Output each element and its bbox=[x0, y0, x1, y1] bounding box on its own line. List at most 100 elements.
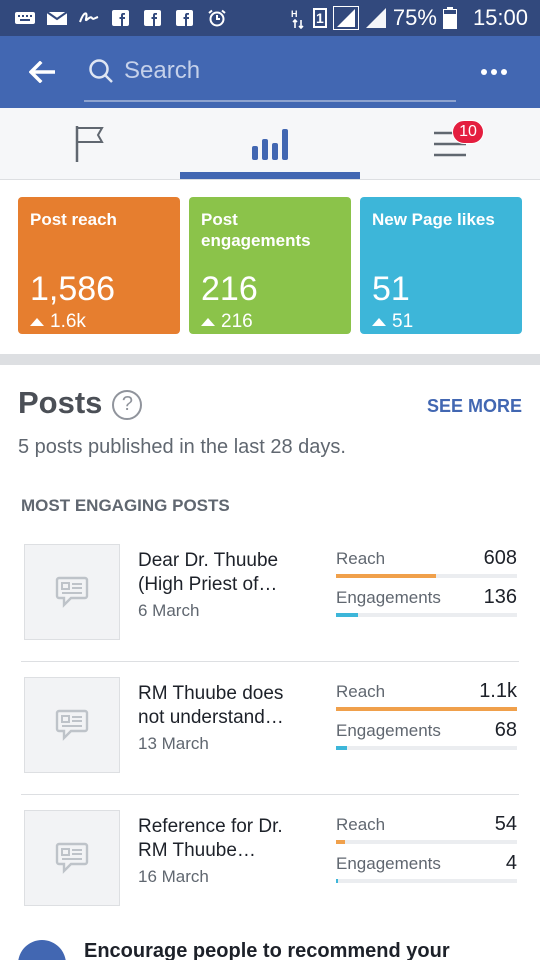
post-row[interactable]: RM Thuube does not understand… 13 March … bbox=[21, 662, 519, 795]
post-metrics: Reach 608 Engagements 136 bbox=[336, 543, 517, 621]
tab-page[interactable] bbox=[0, 108, 180, 179]
engagements-bar-track bbox=[336, 613, 517, 617]
stat-change-value: 51 bbox=[392, 311, 414, 332]
status-post-icon bbox=[55, 842, 89, 874]
status-post-icon bbox=[55, 709, 89, 741]
stat-change: 216 bbox=[201, 311, 339, 333]
engagements-bar-fill bbox=[336, 613, 358, 617]
engagements-value: 68 bbox=[494, 719, 517, 741]
post-thumbnail bbox=[24, 677, 120, 773]
flag-icon bbox=[75, 125, 104, 162]
engagements-bar-track bbox=[336, 879, 517, 883]
post-date: 16 March bbox=[138, 867, 209, 886]
app-header bbox=[0, 36, 540, 108]
stat-value: 51 bbox=[372, 270, 410, 308]
engagements-value: 4 bbox=[505, 852, 517, 874]
reach-value: 54 bbox=[494, 813, 517, 835]
post-text: RM Thuube does not understand… 13 March bbox=[138, 682, 308, 754]
help-icon[interactable]: ? bbox=[112, 389, 143, 420]
status-bar: H 1 75% 15:00 bbox=[0, 0, 540, 36]
post-text: Reference for Dr. RM Thuube… 16 March bbox=[138, 815, 308, 887]
engagements-label: Engagements bbox=[336, 721, 441, 740]
stat-card-post-reach[interactable]: Post reach 1,586 1.6k bbox=[18, 197, 180, 334]
reach-bar-fill bbox=[336, 707, 517, 711]
stats-section: Post reach 1,586 1.6k Post engagements 2… bbox=[0, 180, 540, 354]
stat-value: 216 bbox=[201, 270, 258, 308]
reach-metric: Reach 1.1k bbox=[336, 676, 517, 715]
status-post-icon bbox=[55, 576, 89, 608]
search-bar[interactable] bbox=[84, 42, 456, 102]
tab-menu[interactable]: 10 bbox=[360, 108, 540, 179]
post-date: 6 March bbox=[138, 601, 200, 620]
engagements-value: 136 bbox=[483, 586, 517, 608]
engagements-bar-fill bbox=[336, 746, 347, 750]
clock: 15:00 bbox=[472, 5, 528, 30]
reach-value: 1.1k bbox=[479, 680, 517, 702]
reach-label: Reach bbox=[336, 682, 386, 701]
battery-icon bbox=[442, 7, 457, 29]
reach-bar-fill bbox=[336, 840, 346, 844]
post-metrics: Reach 1.1k Engagements 68 bbox=[336, 676, 517, 754]
alarm-icon bbox=[208, 9, 226, 27]
post-thumbnail bbox=[24, 544, 120, 640]
svg-text:H: H bbox=[291, 9, 298, 19]
notification-badge: 10 bbox=[452, 120, 484, 144]
posts-title: Posts bbox=[18, 385, 103, 420]
tab-insights[interactable] bbox=[180, 108, 360, 179]
search-icon bbox=[89, 59, 113, 83]
section-divider bbox=[0, 354, 540, 365]
stat-title: Post engagements bbox=[201, 210, 311, 250]
post-text: Dear Dr. Thuube (High Priest of… 6 March bbox=[138, 549, 308, 621]
recommend-prompt[interactable]: Encourage people to recommend your bbox=[84, 940, 450, 960]
up-triangle-icon bbox=[372, 318, 386, 326]
reach-label: Reach bbox=[336, 549, 386, 568]
mail-icon bbox=[46, 11, 68, 25]
post-row[interactable]: Reference for Dr. RM Thuube… 16 March Re… bbox=[21, 795, 519, 928]
facebook-icon bbox=[176, 10, 193, 26]
stat-value: 1,586 bbox=[30, 270, 116, 308]
reach-metric: Reach 608 bbox=[336, 543, 517, 582]
engagements-label: Engagements bbox=[336, 854, 441, 873]
more-options-button[interactable] bbox=[474, 52, 514, 92]
more-dots-icon bbox=[481, 69, 507, 75]
sim-indicator: 1 bbox=[312, 8, 327, 28]
most-engaging-posts-label: MOST ENGAGING POSTS bbox=[21, 496, 230, 515]
engagements-bar-fill bbox=[336, 879, 338, 883]
reach-bar-track bbox=[336, 574, 517, 578]
stat-change: 51 bbox=[372, 311, 510, 333]
battery-percent: 75% bbox=[392, 5, 437, 30]
see-more-link[interactable]: SEE MORE bbox=[427, 396, 522, 417]
engagements-metric: Engagements 4 bbox=[336, 848, 517, 887]
engagements-label: Engagements bbox=[336, 588, 441, 607]
reach-value: 608 bbox=[483, 547, 517, 569]
facebook-icon bbox=[144, 10, 161, 26]
stat-title: Post reach bbox=[30, 210, 117, 229]
reach-bar-fill bbox=[336, 574, 436, 578]
up-triangle-icon bbox=[30, 318, 44, 326]
keyboard-icon bbox=[15, 12, 35, 24]
back-arrow-icon bbox=[29, 61, 55, 83]
posts-header: Posts ? bbox=[18, 385, 143, 421]
post-title: Reference for Dr. RM Thuube… bbox=[138, 816, 283, 861]
post-title: Dear Dr. Thuube (High Priest of… bbox=[138, 550, 279, 595]
network-type-icon: H bbox=[291, 9, 304, 29]
stat-change: 1.6k bbox=[30, 311, 168, 333]
facebook-icon bbox=[112, 10, 129, 26]
back-button[interactable] bbox=[14, 36, 70, 108]
stat-card-post-engagements[interactable]: Post engagements 216 216 bbox=[189, 197, 351, 334]
tab-bar: 10 bbox=[0, 108, 540, 180]
post-row[interactable]: Dear Dr. Thuube (High Priest of… 6 March… bbox=[21, 529, 519, 662]
engagements-metric: Engagements 68 bbox=[336, 715, 517, 754]
signature-icon bbox=[79, 12, 99, 23]
post-title: RM Thuube does not understand… bbox=[138, 683, 284, 728]
post-date: 13 March bbox=[138, 734, 209, 753]
bar-chart-icon bbox=[252, 128, 288, 160]
engagements-metric: Engagements 136 bbox=[336, 582, 517, 621]
search-input[interactable] bbox=[124, 57, 434, 85]
recommend-icon bbox=[18, 940, 66, 960]
reach-bar-track bbox=[336, 840, 517, 844]
engagements-bar-track bbox=[336, 746, 517, 750]
post-metrics: Reach 54 Engagements 4 bbox=[336, 809, 517, 887]
stat-title: New Page likes bbox=[372, 210, 495, 229]
stat-card-new-page-likes[interactable]: New Page likes 51 51 bbox=[360, 197, 522, 334]
